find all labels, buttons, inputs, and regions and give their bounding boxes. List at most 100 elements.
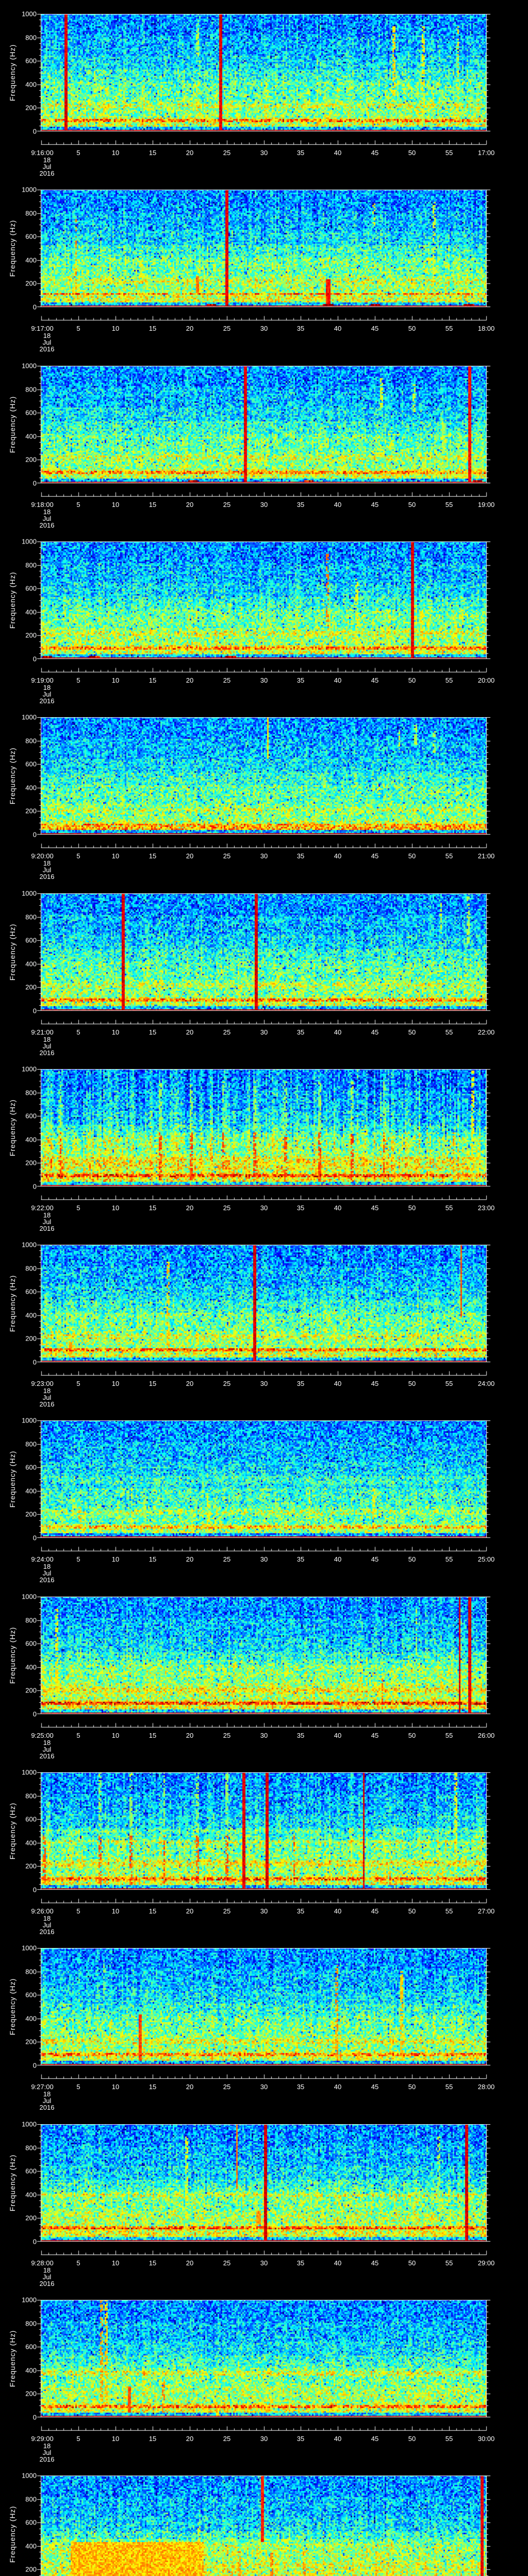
spectrogram-canvas: [0, 190, 528, 365]
x-tick-label: 40: [334, 2435, 342, 2443]
x-tick-label: 25: [223, 676, 231, 684]
y-tick-label: 400: [25, 960, 37, 968]
y-tick-label: 0: [32, 831, 37, 839]
y-tick-label: 200: [25, 1510, 37, 1518]
y-tick-label: 200: [25, 2038, 37, 2046]
spectrogram-canvas: [0, 541, 528, 717]
y-tick-label: 0: [32, 2061, 37, 2070]
y-tick-label: 1000: [22, 1592, 37, 1601]
y-tick-label: 400: [25, 2366, 37, 2375]
x-end-time-label: 20:00: [477, 676, 495, 684]
y-tick-label: 600: [25, 1112, 37, 1120]
y-tick-label: 1000: [22, 713, 37, 721]
y-tick-label: 400: [25, 432, 37, 440]
x-tick-label: 15: [148, 1204, 157, 1212]
x-tick-label: 40: [334, 852, 342, 860]
y-tick-label: 200: [25, 1334, 37, 1343]
y-axis-title: Frequency (Hz): [8, 1626, 16, 1684]
x-start-time-label: 9:22:00: [31, 1204, 54, 1212]
x-start-time-label: 9:24:00: [31, 1555, 54, 1563]
date-line: 2016: [39, 345, 55, 353]
x-tick-label: 5: [76, 852, 80, 860]
x-tick-label: 20: [186, 1028, 194, 1036]
x-tick-label: 40: [334, 1907, 342, 1915]
x-tick-label: 30: [260, 1204, 268, 1212]
x-tick-label: 20: [186, 325, 194, 332]
x-tick-label: 20: [186, 149, 194, 157]
x-tick-label: 40: [334, 1380, 342, 1387]
x-tick-label: 50: [408, 1028, 416, 1036]
x-start-time-label: 9:27:00: [31, 2083, 54, 2091]
y-tick-label: 600: [25, 57, 37, 65]
x-tick-label: 10: [111, 1380, 120, 1387]
y-tick-label: 600: [25, 2167, 37, 2175]
x-tick-label: 35: [296, 2083, 305, 2091]
x-tick-label: 35: [296, 1732, 305, 1739]
y-axis-title: Frequency (Hz): [8, 1450, 16, 1508]
y-tick-label: 200: [25, 807, 37, 815]
x-end-time-label: 28:00: [477, 2083, 495, 2091]
y-tick-label: 0: [32, 1886, 37, 1894]
x-start-time-label: 9:23:00: [31, 1380, 54, 1387]
x-tick-label: 25: [223, 1907, 231, 1915]
y-tick-label: 600: [25, 1287, 37, 1296]
x-tick-label: 5: [76, 149, 80, 157]
x-tick-label: 35: [296, 2435, 305, 2443]
spectrogram-stack: Frequency (Hz) 0 200 400 600 800 1000 9:16:00 5 1…: [0, 0, 528, 2576]
x-tick-label: 40: [334, 1204, 342, 1212]
x-tick-label: 30: [260, 676, 268, 684]
x-tick-label: 45: [371, 852, 379, 860]
spectrogram-canvas: [0, 2300, 528, 2476]
x-end-time-label: 21:00: [477, 852, 495, 860]
x-end-time-label: 22:00: [477, 1028, 495, 1036]
y-tick-label: 0: [32, 1358, 37, 1366]
x-tick-label: 50: [408, 1732, 416, 1739]
spectrogram-canvas: [0, 1948, 528, 2124]
x-start-time-label: 9:18:00: [31, 501, 54, 509]
y-tick-label: 1000: [22, 1416, 37, 1425]
x-tick-label: 25: [223, 501, 231, 509]
x-tick-label: 25: [223, 1732, 231, 1739]
date-line: 2016: [39, 1752, 55, 1760]
spectrogram-panel: Frequency (Hz) 0 200 400 600 800 1000 9:18:00 5 1…: [0, 362, 528, 541]
x-tick-label: 25: [223, 325, 231, 332]
y-tick-label: 200: [25, 279, 37, 287]
x-tick-label: 55: [445, 852, 453, 860]
x-tick-label: 15: [148, 1555, 157, 1563]
spectrogram-panel: Frequency (Hz)020040060080010009:30:0051…: [0, 2472, 528, 2576]
y-tick-label: 200: [25, 1686, 37, 1694]
y-tick-label: 200: [25, 2565, 37, 2573]
y-axis-title: Frequency (Hz): [8, 1802, 16, 1860]
y-tick-label: 200: [25, 1862, 37, 1870]
x-tick-label: 15: [148, 501, 157, 509]
x-tick-label: 10: [111, 852, 120, 860]
x-tick-label: 30: [260, 852, 268, 860]
y-axis-title: Frequency (Hz): [8, 2330, 16, 2387]
y-axis-title: Frequency (Hz): [8, 219, 16, 277]
y-tick-label: 400: [25, 2014, 37, 2023]
x-tick-label: 20: [186, 676, 194, 684]
x-tick-label: 50: [408, 1907, 416, 1915]
y-axis-title: Frequency (Hz): [8, 747, 16, 805]
x-start-time-label: 9:20:00: [31, 852, 54, 860]
x-tick-label: 50: [408, 1555, 416, 1563]
date-line: 2016: [39, 1225, 55, 1232]
x-end-time-label: 17:00: [477, 149, 495, 157]
y-tick-label: 200: [25, 631, 37, 639]
date-line: 2016: [39, 697, 55, 705]
x-tick-label: 20: [186, 1732, 194, 1739]
x-tick-label: 40: [334, 676, 342, 684]
y-tick-label: 400: [25, 1311, 37, 1319]
x-tick-label: 50: [408, 501, 416, 509]
y-tick-label: 0: [32, 1182, 37, 1191]
x-tick-label: 10: [111, 1028, 120, 1036]
date-line: 2016: [39, 1576, 55, 1584]
x-tick-label: 55: [445, 325, 453, 332]
x-tick-label: 35: [296, 1204, 305, 1212]
x-tick-label: 35: [296, 149, 305, 157]
x-tick-label: 15: [148, 852, 157, 860]
x-end-time-label: 26:00: [477, 1732, 495, 1739]
x-tick-label: 25: [223, 1555, 231, 1563]
y-tick-label: 800: [25, 913, 37, 921]
x-tick-label: 40: [334, 149, 342, 157]
